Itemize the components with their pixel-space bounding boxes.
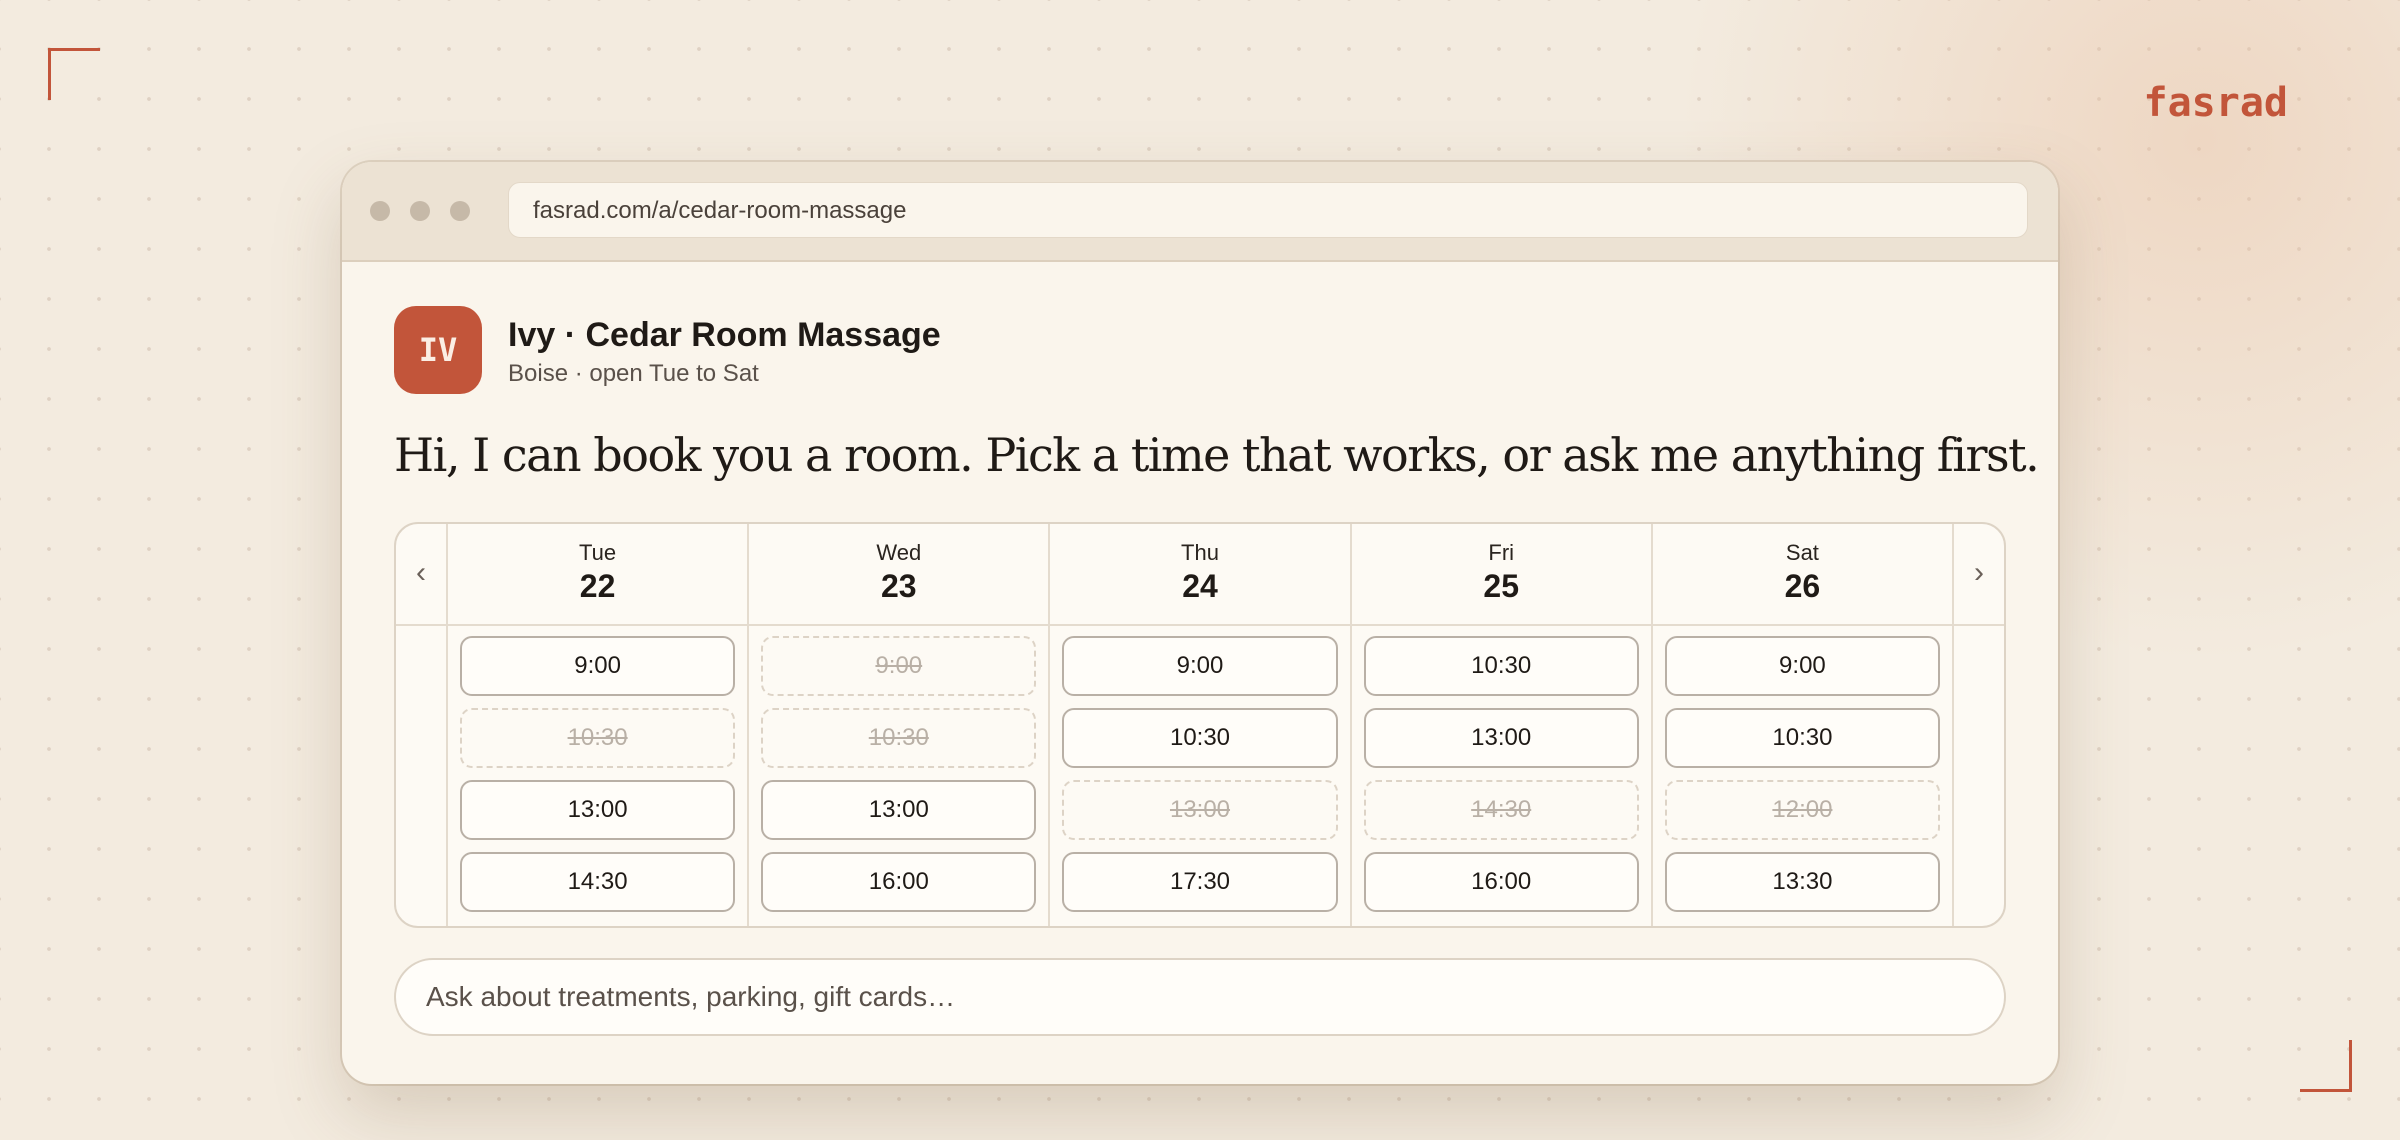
chevron-left-icon: ‹ bbox=[416, 556, 426, 589]
business-header: IV Ivy · Cedar Room Massage Boise · open… bbox=[394, 306, 1294, 396]
time-slot-list: 10:30 13:00 14:30 16:00 bbox=[1352, 624, 1651, 912]
time-slot-unavailable: 12:00 bbox=[1664, 780, 1941, 840]
day-number: 24 bbox=[1182, 568, 1218, 604]
time-slot-button[interactable]: 9:00 bbox=[1664, 636, 1941, 696]
day-name: Wed bbox=[876, 540, 922, 565]
corner-mark-top-left bbox=[48, 48, 100, 100]
day-name: Thu bbox=[1181, 540, 1219, 565]
url-bar[interactable]: fasrad.com/a/cedar-room-massage bbox=[508, 182, 2028, 238]
time-slot-unavailable: 13:00 bbox=[1062, 780, 1338, 840]
day-column-wed: Wed 23 9:00 10:30 13:00 16:00 bbox=[749, 524, 1051, 926]
day-column-sat: Sat 26 9:00 10:30 12:00 13:30 bbox=[1653, 524, 1952, 926]
day-number: 26 bbox=[1784, 568, 1821, 604]
day-name: Fri bbox=[1488, 540, 1515, 565]
day-column-tue: Tue 22 9:00 10:30 13:00 14:30 bbox=[448, 524, 750, 926]
day-number: 23 bbox=[881, 568, 917, 604]
time-slot-button[interactable]: 9:00 bbox=[1062, 636, 1338, 696]
window-minimize-dot[interactable] bbox=[410, 201, 430, 221]
time-slot-unavailable: 14:30 bbox=[1363, 780, 1639, 840]
time-slot-list: 9:00 10:30 12:00 13:30 bbox=[1653, 624, 1952, 912]
day-column-fri: Fri 25 10:30 13:00 14:30 16:00 bbox=[1352, 524, 1653, 926]
day-header: Thu 24 bbox=[1050, 524, 1349, 624]
window-close-dot[interactable] bbox=[370, 201, 390, 221]
time-slot-unavailable: 9:00 bbox=[761, 636, 1037, 696]
chevron-right-icon: › bbox=[1974, 556, 1984, 589]
time-slot-button[interactable]: 9:00 bbox=[460, 636, 736, 696]
time-slot-unavailable: 10:30 bbox=[460, 708, 736, 768]
corner-mark-bottom-right bbox=[2300, 1040, 2352, 1092]
next-week-button[interactable]: › bbox=[1952, 524, 2004, 926]
business-name: Ivy · Cedar Room Massage bbox=[508, 316, 941, 354]
avatar: IV bbox=[394, 306, 482, 394]
time-slot-unavailable: 10:30 bbox=[761, 708, 1037, 768]
time-slot-button[interactable]: 13:00 bbox=[460, 780, 736, 840]
time-slot-button[interactable]: 16:00 bbox=[761, 852, 1037, 912]
time-slot-button[interactable]: 10:30 bbox=[1363, 636, 1639, 696]
time-slot-button[interactable]: 10:30 bbox=[1062, 708, 1338, 768]
time-slot-button[interactable]: 13:00 bbox=[1363, 708, 1639, 768]
window-maximize-dot[interactable] bbox=[450, 201, 470, 221]
day-header: Sat 26 bbox=[1653, 524, 1952, 624]
business-subtitle: Boise · open Tue to Sat bbox=[508, 360, 759, 387]
day-column-thu: Thu 24 9:00 10:30 13:00 17:30 bbox=[1050, 524, 1352, 926]
time-slot-list: 9:00 10:30 13:00 16:00 bbox=[749, 624, 1048, 912]
time-slot-list: 9:00 10:30 13:00 17:30 bbox=[1050, 624, 1349, 912]
calendar-days: Tue 22 9:00 10:30 13:00 14:30 Wed 23 9:00 10:30 13… bbox=[448, 524, 1952, 926]
day-number: 22 bbox=[579, 568, 616, 604]
brand-logo: fasrad bbox=[2143, 80, 2289, 126]
ask-input[interactable] bbox=[394, 958, 2006, 1036]
greeting-message: Hi, I can book you a room. Pick a time t… bbox=[394, 428, 2040, 482]
day-number: 25 bbox=[1483, 568, 1519, 604]
time-slot-button[interactable]: 16:00 bbox=[1363, 852, 1639, 912]
day-header: Wed 23 bbox=[749, 524, 1048, 624]
time-slot-list: 9:00 10:30 13:00 14:30 bbox=[448, 624, 747, 912]
time-slot-button[interactable]: 17:30 bbox=[1062, 852, 1338, 912]
time-slot-button[interactable]: 13:00 bbox=[761, 780, 1037, 840]
prev-week-button[interactable]: ‹ bbox=[396, 524, 448, 926]
day-name: Tue bbox=[579, 540, 617, 565]
browser-chrome: fasrad.com/a/cedar-room-massage bbox=[342, 162, 2058, 262]
time-slot-button[interactable]: 14:30 bbox=[460, 852, 736, 912]
browser-window: fasrad.com/a/cedar-room-massage IV Ivy ·… bbox=[342, 162, 2058, 1084]
booking-calendar: ‹ Tue 22 9:00 10:30 13:00 14:30 Wed 23 9:00 10:30… bbox=[394, 522, 2006, 928]
day-header: Tue 22 bbox=[448, 524, 747, 624]
time-slot-button[interactable]: 13:30 bbox=[1664, 852, 1941, 912]
day-name: Sat bbox=[1785, 540, 1819, 565]
time-slot-button[interactable]: 10:30 bbox=[1664, 708, 1941, 768]
day-header: Fri 25 bbox=[1352, 524, 1651, 624]
